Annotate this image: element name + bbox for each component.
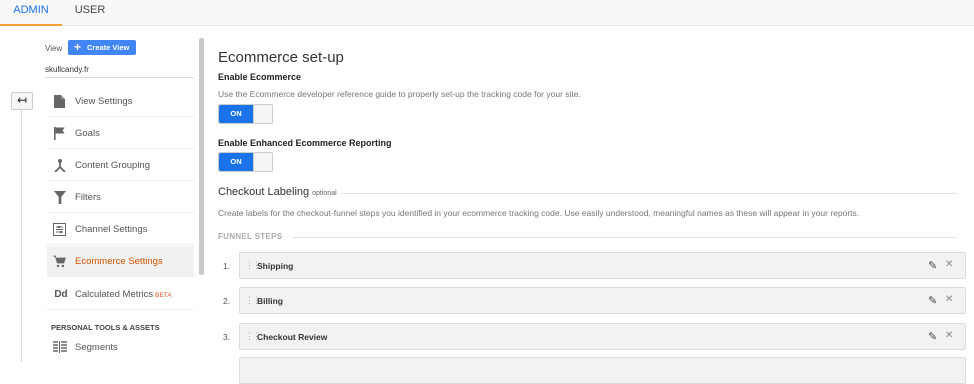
- enhanced-ecommerce-label: Enable Enhanced Ecommerce Reporting: [218, 138, 392, 148]
- enhanced-ecommerce-toggle[interactable]: ON: [218, 152, 273, 172]
- sidebar-item-filters[interactable]: Filters: [47, 182, 194, 213]
- step-name: Shipping: [257, 261, 294, 271]
- step-number: 3.: [223, 332, 231, 342]
- segments-icon: [53, 341, 67, 356]
- view-name: skullcandy.fr: [45, 65, 89, 74]
- create-view-label: Create View: [87, 43, 130, 52]
- funnel-step-row[interactable]: ⋮⋮ Billing ✎ ✕: [239, 287, 966, 314]
- step-number: 1.: [223, 261, 231, 271]
- main-panel: Ecommerce set-up Enable Ecommerce Use th…: [218, 0, 974, 384]
- section-divider: [341, 193, 957, 194]
- page-title: Ecommerce set-up: [218, 49, 344, 66]
- toggle-on-label: ON: [219, 105, 253, 123]
- calculated-metrics-label: Calculated Metrics: [75, 289, 154, 300]
- sidebar-item-label: Segments: [75, 342, 118, 353]
- sidebar-item-label: Ecommerce Settings: [75, 256, 163, 267]
- funnel-step-row[interactable]: ⋮⋮ Checkout Review ✎ ✕: [239, 323, 966, 350]
- beta-badge: BETA: [155, 292, 172, 299]
- tab-admin[interactable]: ADMIN: [0, 0, 62, 26]
- funnel-step-row-partial[interactable]: [239, 357, 966, 384]
- back-arrow-button[interactable]: ↤: [11, 92, 33, 110]
- filter-icon: [53, 191, 66, 204]
- sidebar-item-view-settings[interactable]: View Settings: [47, 86, 194, 117]
- view-label: View: [45, 44, 63, 53]
- sidebar-item-label: Calculated Metrics BETA: [75, 289, 172, 300]
- sidebar-item-content-grouping[interactable]: Content Grouping: [47, 150, 194, 181]
- toggle-knob: [253, 105, 272, 123]
- divider-line: [21, 110, 22, 362]
- plus-icon: +: [74, 40, 82, 54]
- close-icon[interactable]: ✕: [945, 330, 953, 341]
- sidebar-item-calculated-metrics[interactable]: Dd Calculated Metrics BETA: [47, 279, 194, 310]
- document-icon: [53, 95, 66, 108]
- enable-ecommerce-label: Enable Ecommerce: [218, 72, 302, 82]
- pencil-icon[interactable]: ✎: [928, 259, 937, 272]
- step-name: Checkout Review: [257, 332, 328, 342]
- grouping-icon: [53, 159, 66, 173]
- arrow-left-icon: ↤: [16, 93, 28, 107]
- funnel-steps-heading: FUNNEL STEPS: [218, 232, 283, 241]
- dd-icon: Dd: [54, 289, 68, 300]
- step-name: Billing: [257, 296, 283, 306]
- sidebar-item-channel-settings[interactable]: Channel Settings: [47, 214, 194, 245]
- close-icon[interactable]: ✕: [945, 294, 953, 305]
- funnel-step-row[interactable]: ⋮⋮ Shipping ✎ ✕: [239, 252, 966, 279]
- checkout-labeling-text: Checkout Labeling: [218, 186, 310, 198]
- sidebar-item-label: Content Grouping: [75, 160, 150, 171]
- toggle-knob: [253, 153, 272, 171]
- sidebar-item-segments[interactable]: Segments: [47, 336, 194, 360]
- close-icon[interactable]: ✕: [945, 259, 953, 270]
- section-divider: [293, 237, 957, 238]
- channel-icon: [53, 223, 66, 236]
- tab-user[interactable]: USER: [62, 0, 118, 26]
- sidebar-item-goals[interactable]: Goals: [47, 118, 194, 149]
- create-view-button[interactable]: + Create View: [68, 40, 136, 55]
- section-heading: PERSONAL TOOLS & ASSETS: [51, 323, 160, 332]
- checkout-description: Create labels for the checkout-funnel st…: [218, 208, 860, 218]
- view-divider: [45, 77, 194, 78]
- pencil-icon[interactable]: ✎: [928, 330, 937, 343]
- step-number: 2.: [223, 296, 231, 306]
- pencil-icon[interactable]: ✎: [928, 294, 937, 307]
- enable-ecommerce-toggle[interactable]: ON: [218, 104, 273, 124]
- flag-icon: [53, 127, 66, 140]
- toggle-on-label: ON: [219, 153, 253, 171]
- sidebar-item-label: Goals: [75, 128, 100, 139]
- sidebar-scrollbar[interactable]: [199, 38, 204, 275]
- enable-ecommerce-description: Use the Ecommerce developer reference gu…: [218, 89, 581, 99]
- sidebar-item-ecommerce-settings[interactable]: Ecommerce Settings: [47, 246, 194, 277]
- sidebar-item-label: Filters: [75, 192, 101, 203]
- sidebar-item-label: View Settings: [75, 96, 133, 107]
- sidebar-item-label: Channel Settings: [75, 224, 148, 235]
- cart-icon: [53, 255, 66, 268]
- optional-tag: optional: [312, 190, 337, 197]
- checkout-labeling-title: Checkout Labeling optional: [218, 186, 337, 198]
